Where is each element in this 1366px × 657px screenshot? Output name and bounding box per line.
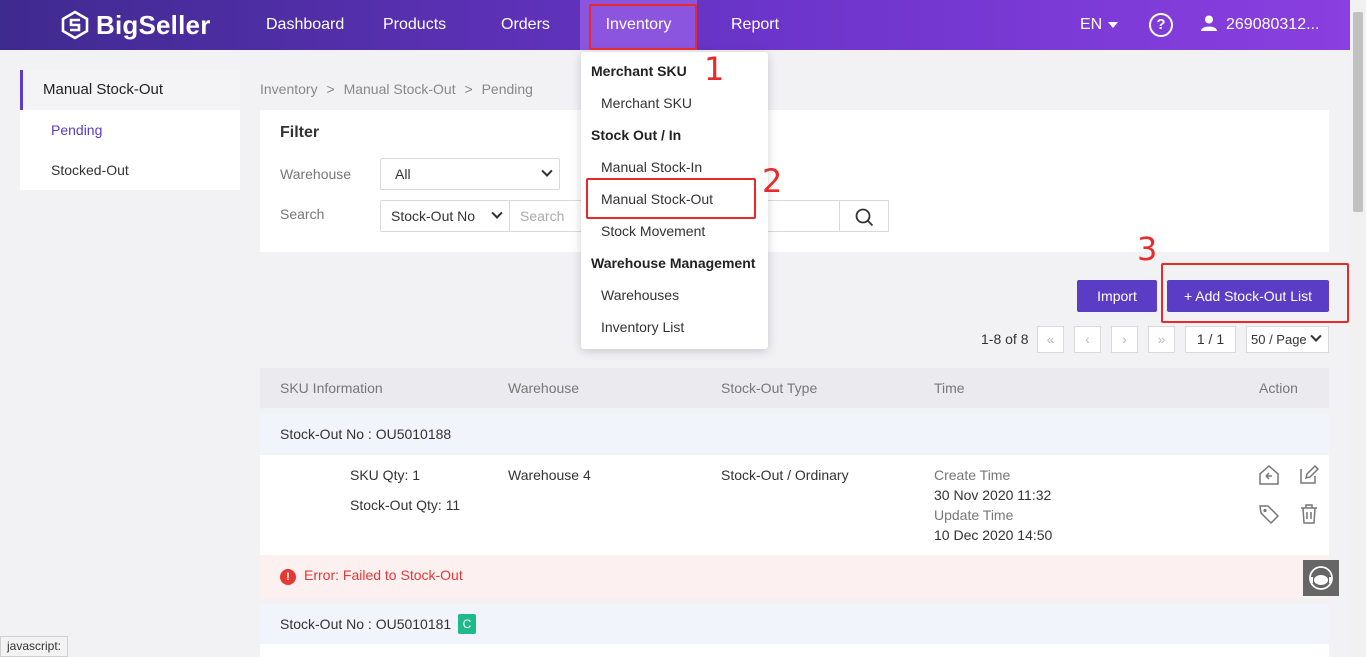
language-selector[interactable]: EN <box>1080 0 1119 50</box>
last-page-button[interactable]: » <box>1148 326 1175 353</box>
nav-report[interactable]: Report <box>731 0 779 50</box>
col-sku-information: SKU Information <box>280 380 383 396</box>
breadcrumb-pending: Pending <box>481 81 533 97</box>
filter-title: Filter <box>280 124 320 141</box>
menu-item-warehouses[interactable]: Warehouses <box>601 287 679 303</box>
breadcrumb-separator: > <box>464 81 473 97</box>
warehouse-select-value: All <box>395 166 411 182</box>
col-warehouse: Warehouse <box>508 380 580 396</box>
sidebar-item-stocked-out[interactable]: Stocked-Out <box>20 150 240 190</box>
menu-item-stock-movement[interactable]: Stock Movement <box>601 223 705 239</box>
error-bar: ! Error: Failed to Stock-Out <box>260 555 1329 599</box>
table-row <box>260 644 1329 657</box>
sidebar-item-pending[interactable]: Pending <box>20 110 240 150</box>
page-size-select[interactable]: 50 / Page <box>1246 326 1329 353</box>
menu-item-merchant-sku[interactable]: Merchant SKU <box>601 95 692 111</box>
stock-out-type-value: Stock-Out / Ordinary <box>721 467 849 483</box>
user-menu[interactable]: 269080312... <box>1200 0 1319 50</box>
stock-out-qty: Stock-Out Qty: 11 <box>350 497 461 513</box>
user-icon <box>1201 15 1217 31</box>
col-action: Action <box>1259 380 1298 396</box>
prev-page-button[interactable]: ‹ <box>1074 326 1101 353</box>
error-icon: ! <box>280 569 296 585</box>
nav-products[interactable]: Products <box>383 0 446 50</box>
warehouse-select[interactable]: All <box>380 158 560 190</box>
tag-icon[interactable] <box>1258 503 1280 525</box>
logo-text: BigSeller <box>96 9 211 40</box>
delete-icon[interactable] <box>1298 503 1320 525</box>
stock-out-no[interactable]: Stock-Out No : OU5010181 <box>280 616 451 632</box>
chat-widget[interactable] <box>1303 560 1339 596</box>
annotation-box-1 <box>589 4 697 50</box>
page-size-caret <box>1308 327 1328 352</box>
search-type-select[interactable]: Stock-Out No <box>380 200 510 232</box>
search-label: Search <box>280 206 325 222</box>
nav-orders[interactable]: Orders <box>501 0 550 50</box>
language-label: EN <box>1080 16 1103 33</box>
vertical-scrollbar[interactable] <box>1350 0 1366 657</box>
search-icon <box>855 208 874 227</box>
status-badge: C <box>458 614 476 634</box>
menu-group-stock-out-in: Stock Out / In <box>591 127 682 143</box>
warehouse-value: Warehouse 4 <box>508 467 591 483</box>
user-name: 269080312... <box>1226 16 1320 33</box>
warehouse-label: Warehouse <box>280 166 352 182</box>
table-header: SKU Information Warehouse Stock-Out Type… <box>260 368 1329 408</box>
stock-out-no[interactable]: Stock-Out No : OU5010188 <box>280 426 451 442</box>
breadcrumb-separator: > <box>326 81 335 97</box>
page-size-value: 50 / Page <box>1251 332 1307 347</box>
search-type-value: Stock-Out No <box>391 208 476 224</box>
col-stock-out-type: Stock-Out Type <box>721 380 818 396</box>
first-page-button[interactable]: « <box>1037 326 1064 353</box>
breadcrumb-inventory[interactable]: Inventory <box>260 81 318 97</box>
stock-out-icon[interactable] <box>1258 464 1280 486</box>
browser-status-bar: javascript: <box>0 636 69 657</box>
search-button[interactable] <box>839 200 889 232</box>
create-time-label: Create Time <box>934 467 1011 483</box>
update-time-label: Update Time <box>934 507 1014 523</box>
sidebar: Manual Stock-Out Pending Stocked-Out <box>20 70 240 190</box>
filter-panel: Filter Warehouse All Search Stock-Out No… <box>260 110 1329 252</box>
import-button[interactable]: Import <box>1077 280 1157 312</box>
chevron-down-icon <box>541 165 553 177</box>
chevron-down-icon <box>1310 330 1322 342</box>
next-page-button[interactable]: › <box>1111 326 1138 353</box>
create-time-value: 30 Nov 2020 11:32 <box>934 487 1052 503</box>
annotation-number-1: 1 <box>704 50 725 88</box>
pagination-summary: 1-8 of 8 <box>981 331 1029 347</box>
breadcrumb: Inventory > Manual Stock-Out > Pending <box>260 81 533 97</box>
chevron-down-icon <box>491 207 503 219</box>
menu-group-warehouse-management: Warehouse Management <box>591 255 756 271</box>
page-indicator[interactable]: 1 / 1 <box>1185 326 1236 353</box>
menu-item-manual-stock-in[interactable]: Manual Stock-In <box>601 159 702 175</box>
table-group-header: Stock-Out No : OU5010181 C <box>260 604 1329 644</box>
sku-qty: SKU Qty: 1 <box>350 467 421 483</box>
annotation-number-2: 2 <box>762 162 783 200</box>
logo-icon <box>61 10 89 40</box>
breadcrumb-manual-stock-out[interactable]: Manual Stock-Out <box>344 81 456 97</box>
headset-icon <box>1309 566 1333 590</box>
annotation-box-2 <box>586 178 756 219</box>
help-icon[interactable]: ? <box>1149 13 1173 37</box>
update-time-value: 10 Dec 2020 14:50 <box>934 527 1053 543</box>
chevron-down-icon <box>1108 21 1119 28</box>
annotation-number-3: 3 <box>1137 230 1158 268</box>
scrollbar-thumb[interactable] <box>1353 12 1363 212</box>
menu-item-inventory-list[interactable]: Inventory List <box>601 319 684 335</box>
edit-icon[interactable] <box>1298 464 1320 486</box>
col-time: Time <box>934 380 965 396</box>
error-message: Error: Failed to Stock-Out <box>304 567 463 583</box>
bigseller-logo[interactable]: BigSeller <box>60 9 211 41</box>
table-group-header: Stock-Out No : OU5010188 <box>260 414 1329 454</box>
nav-dashboard[interactable]: Dashboard <box>266 0 344 50</box>
table-row: SKU Qty: 1 Stock-Out Qty: 11 Warehouse 4… <box>260 455 1329 555</box>
sidebar-title[interactable]: Manual Stock-Out <box>20 70 240 110</box>
annotation-box-3 <box>1161 263 1349 323</box>
menu-group-merchant-sku: Merchant SKU <box>591 63 687 79</box>
